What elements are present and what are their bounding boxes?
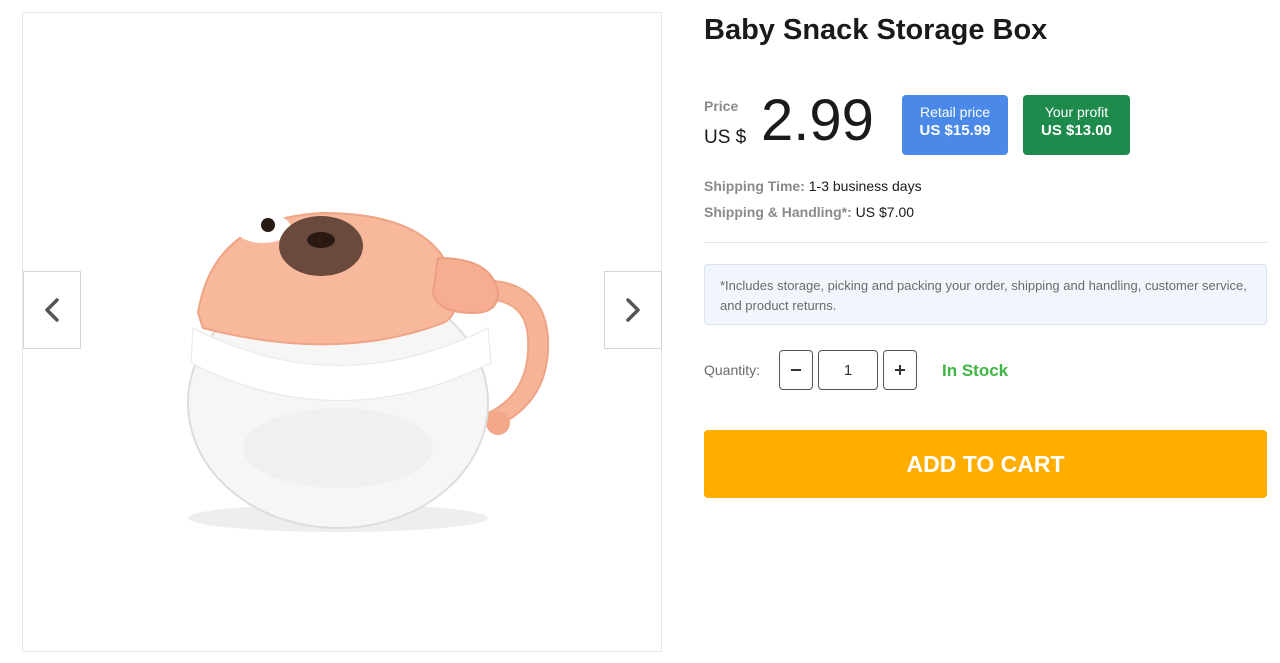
retail-price-label: Retail price (919, 104, 991, 120)
minus-icon (791, 369, 801, 371)
shipping-time: Shipping Time: 1-3 business days (704, 178, 922, 194)
divider (704, 242, 1267, 243)
plus-icon (895, 365, 905, 375)
quantity-input[interactable] (818, 350, 878, 390)
chevron-right-icon (626, 298, 640, 322)
product-gallery (22, 12, 662, 652)
quantity-label: Quantity: (704, 362, 761, 378)
shipping-notice: *Includes storage, picking and packing y… (704, 264, 1267, 325)
profit-value: US $13.00 (1041, 122, 1112, 139)
stock-status: In Stock (942, 361, 1009, 380)
previous-image-button[interactable] (23, 271, 81, 349)
next-image-button[interactable] (604, 271, 662, 349)
chevron-left-icon (45, 298, 59, 322)
quantity-decrease-button[interactable] (779, 350, 813, 390)
price-amount: 2.99 (761, 88, 874, 153)
shipping-handling: Shipping & Handling*: US $7.00 (704, 204, 914, 220)
price-label: Price (704, 98, 739, 114)
quantity-increase-button[interactable] (883, 350, 917, 390)
product-title: Baby Snack Storage Box (704, 14, 1048, 46)
retail-price-badge: Retail price US $15.99 (902, 95, 1008, 155)
shipping-handling-label: Shipping & Handling*: (704, 204, 852, 220)
add-to-cart-button[interactable]: ADD TO CART (704, 430, 1267, 498)
retail-price-value: US $15.99 (919, 122, 991, 139)
profit-badge: Your profit US $13.00 (1023, 95, 1130, 155)
shipping-time-label: Shipping Time: (704, 178, 805, 194)
shipping-time-value: 1-3 business days (808, 178, 922, 194)
product-image (187, 211, 550, 532)
profit-label: Your profit (1044, 104, 1109, 120)
shipping-handling-value: US $7.00 (855, 204, 915, 220)
price-currency: US $ (704, 127, 747, 148)
